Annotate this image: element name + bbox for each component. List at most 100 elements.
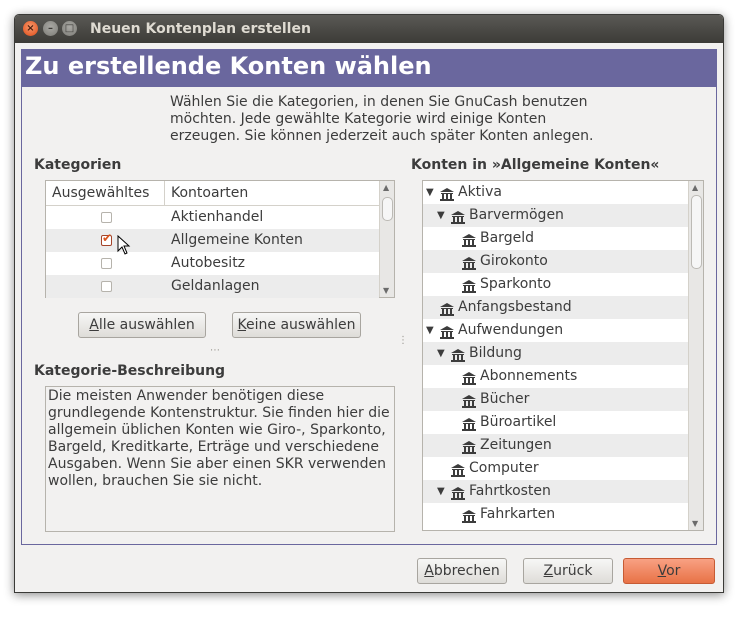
expander-triangle-icon[interactable]: ▼ xyxy=(426,319,434,342)
bank-icon xyxy=(451,485,465,500)
pane-handle[interactable]: ⋯ xyxy=(210,345,220,356)
account-label: Aktiva xyxy=(458,184,502,200)
categories-heading: Kategorien xyxy=(34,157,122,173)
category-row[interactable]: Autobesitz xyxy=(46,252,379,275)
category-name: Aktienhandel xyxy=(171,209,264,225)
categories-scrollbar[interactable]: ▲ ▼ xyxy=(379,181,394,297)
bank-icon xyxy=(462,255,476,270)
page-title: Zu erstellende Konten wählen xyxy=(25,52,432,80)
minimize-window-button[interactable]: – xyxy=(43,21,58,36)
bank-icon xyxy=(462,439,476,454)
maximize-window-button[interactable]: □ xyxy=(62,21,77,36)
accounts-heading: Konten in »Allgemeine Konten« xyxy=(411,157,660,173)
button-label: urück xyxy=(553,563,593,579)
column-header-type[interactable]: Kontoarten xyxy=(165,181,248,205)
select-all-button[interactable]: Alle auswählen xyxy=(78,312,206,338)
account-tree-row[interactable]: Anfangsbestand xyxy=(423,296,688,319)
account-tree-row[interactable]: Abonnements xyxy=(423,365,688,388)
account-tree-row[interactable]: ▼ Barvermögen xyxy=(423,204,688,227)
category-name: Autobesitz xyxy=(171,255,246,271)
account-label: Abonnements xyxy=(480,368,578,384)
title-bar[interactable]: × – □ Neuen Kontenplan erstellen xyxy=(15,15,723,43)
category-row[interactable]: Geldanlagen xyxy=(46,275,379,298)
account-tree-row[interactable]: Sparkonto xyxy=(423,273,688,296)
scroll-up-icon[interactable]: ▲ xyxy=(692,183,698,192)
mnemonic: K xyxy=(237,317,246,333)
account-label: Girokonto xyxy=(480,253,548,269)
button-label: bbrechen xyxy=(433,563,500,579)
description-line: allgemein üblichen Konten wie Giro-, Spa… xyxy=(48,422,386,438)
account-label: Barvermögen xyxy=(469,207,564,223)
scroll-up-icon[interactable]: ▲ xyxy=(383,183,389,192)
select-none-button[interactable]: Keine auswählen xyxy=(232,312,361,338)
bank-icon xyxy=(451,347,465,362)
account-label: Bücher xyxy=(480,391,530,407)
description-line: Bargeld, Kreditkarte, Erträge und versch… xyxy=(48,439,380,455)
bank-icon xyxy=(440,324,454,339)
account-tree-row[interactable]: ▼ Aufwendungen xyxy=(423,319,688,342)
cancel-button[interactable]: Abbrechen xyxy=(417,558,507,584)
scroll-down-icon[interactable]: ▼ xyxy=(383,286,389,295)
account-tree-row[interactable]: Büroartikel xyxy=(423,411,688,434)
category-checkbox[interactable] xyxy=(101,231,112,246)
expander-triangle-icon[interactable]: ▼ xyxy=(426,181,434,204)
description-line: Ausgaben. Wenn Sie aber einen SKR verwen… xyxy=(48,456,386,472)
bank-icon xyxy=(462,393,476,408)
account-tree-row[interactable]: Bücher xyxy=(423,388,688,411)
account-tree-row[interactable]: Computer xyxy=(423,457,688,480)
mnemonic: A xyxy=(424,563,434,579)
category-name: Allgemeine Konten xyxy=(171,232,303,248)
account-tree-row[interactable]: ▼ Bildung xyxy=(423,342,688,365)
back-button[interactable]: Zurück xyxy=(523,558,613,584)
scrollbar-thumb[interactable] xyxy=(382,197,393,221)
button-label: eine auswählen xyxy=(246,317,356,333)
account-tree-row[interactable]: Zeitungen xyxy=(423,434,688,457)
account-label: Fahrkarten xyxy=(480,506,556,522)
description-heading: Kategorie-Beschreibung xyxy=(34,363,226,379)
account-label: Fahrtkosten xyxy=(469,483,551,499)
mnemonic: Z xyxy=(543,563,554,579)
dialog-window: × – □ Neuen Kontenplan erstellen Zu erst… xyxy=(14,14,724,593)
account-label: Büroartikel xyxy=(480,414,557,430)
button-label: lle auswählen xyxy=(98,317,195,333)
categories-table-header: Ausgewähltes Kontoarten xyxy=(46,181,379,206)
account-label: Bargeld xyxy=(480,230,534,246)
category-checkbox[interactable] xyxy=(101,212,112,223)
intro-line: möchten. Jede gewählte Kategorie wird ei… xyxy=(170,111,547,127)
categories-table: Ausgewähltes Kontoarten Aktienhandel All… xyxy=(45,180,395,298)
accounts-scrollbar[interactable]: ▲ ▼ xyxy=(688,181,703,530)
scrollbar-thumb[interactable] xyxy=(691,195,702,269)
account-label: Computer xyxy=(469,460,539,476)
account-label: Zeitungen xyxy=(480,437,552,453)
bank-icon xyxy=(462,416,476,431)
pane-handle[interactable]: ⋮ xyxy=(398,335,408,346)
expander-triangle-icon[interactable]: ▼ xyxy=(437,342,445,365)
intro-line: erzeugen. Sie können jederzeit auch spät… xyxy=(170,128,594,144)
expander-triangle-icon[interactable]: ▼ xyxy=(437,204,445,227)
bank-icon xyxy=(462,232,476,247)
expander-triangle-icon[interactable]: ▼ xyxy=(437,480,445,503)
bank-icon xyxy=(462,508,476,523)
category-description-box: Die meisten Anwender benötigen diese gru… xyxy=(45,386,395,532)
category-checkbox[interactable] xyxy=(101,281,112,292)
description-line: wollen, brauchen Sie sie nicht. xyxy=(48,473,263,489)
bank-icon xyxy=(440,186,454,201)
description-line: Die meisten Anwender benötigen diese xyxy=(48,388,325,404)
account-tree-row[interactable]: Bargeld xyxy=(423,227,688,250)
category-row[interactable]: Aktienhandel xyxy=(46,206,379,229)
column-header-selected[interactable]: Ausgewähltes xyxy=(46,181,165,205)
account-tree-row[interactable]: Girokonto xyxy=(423,250,688,273)
scroll-down-icon[interactable]: ▼ xyxy=(692,519,698,528)
account-tree-row[interactable]: ▼ Fahrtkosten xyxy=(423,480,688,503)
description-text: Die meisten Anwender benötigen diese gru… xyxy=(48,388,390,490)
category-checkbox[interactable] xyxy=(101,258,112,269)
account-tree-row[interactable]: Fahrkarten xyxy=(423,503,688,526)
category-row[interactable]: Allgemeine Konten xyxy=(46,229,379,252)
button-label: or xyxy=(666,563,681,579)
bank-icon xyxy=(451,209,465,224)
close-window-button[interactable]: × xyxy=(23,21,38,36)
bank-icon xyxy=(462,278,476,293)
forward-button[interactable]: Vor xyxy=(623,558,715,584)
bank-icon xyxy=(440,301,454,316)
account-tree-row[interactable]: ▼ Aktiva xyxy=(423,181,688,204)
